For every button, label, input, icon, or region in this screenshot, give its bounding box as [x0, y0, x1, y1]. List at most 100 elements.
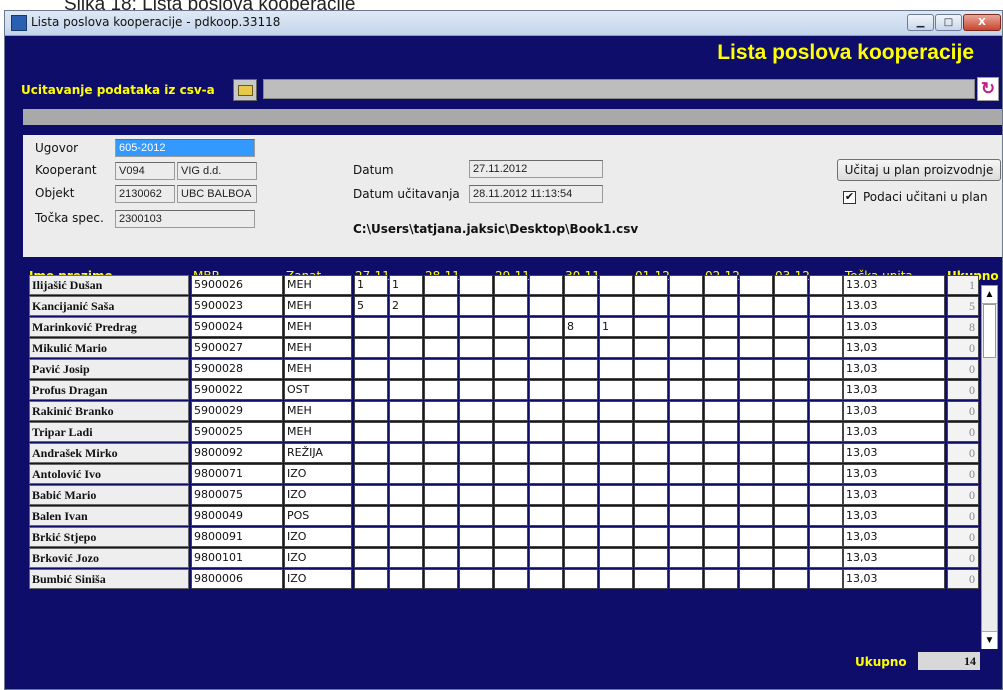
row-hours-cell[interactable] — [739, 506, 773, 526]
row-hours-cell[interactable] — [459, 443, 493, 463]
row-hours-cell[interactable] — [529, 548, 563, 568]
row-hours-cell[interactable] — [809, 401, 843, 421]
row-name-cell[interactable]: Andrašek Mirko — [29, 443, 189, 463]
loaded-checkbox[interactable]: ✔ — [843, 191, 856, 204]
row-hours-cell[interactable] — [459, 380, 493, 400]
row-hours-cell[interactable] — [599, 338, 633, 358]
row-hours-cell[interactable] — [599, 548, 633, 568]
grid-scrollbar[interactable]: ▲ ▼ — [981, 285, 998, 649]
row-name-cell[interactable]: Bumbić Siniša — [29, 569, 189, 589]
row-hours-cell[interactable] — [739, 548, 773, 568]
row-hours-cell[interactable] — [529, 527, 563, 547]
row-hours-cell[interactable] — [669, 401, 703, 421]
row-hours-cell[interactable] — [739, 317, 773, 337]
row-hours-cell[interactable] — [564, 296, 598, 316]
row-hours-cell[interactable] — [529, 443, 563, 463]
row-hours-cell[interactable] — [634, 527, 668, 547]
row-hours-cell[interactable] — [634, 338, 668, 358]
row-hours-cell[interactable] — [494, 527, 528, 547]
row-tocka-cell[interactable]: 13,03 — [843, 443, 945, 463]
row-hours-cell[interactable] — [669, 485, 703, 505]
row-hours-cell[interactable] — [774, 338, 808, 358]
row-tocka-cell[interactable]: 13.03 — [843, 317, 945, 337]
row-hours-cell[interactable] — [704, 380, 738, 400]
row-hours-cell[interactable] — [424, 464, 458, 484]
row-hours-cell[interactable] — [739, 464, 773, 484]
row-hours-cell[interactable] — [704, 422, 738, 442]
row-hours-cell[interactable]: 2 — [389, 296, 423, 316]
row-hours-cell[interactable] — [809, 422, 843, 442]
row-hours-cell[interactable] — [424, 338, 458, 358]
row-zanat-cell[interactable]: MEH — [284, 275, 352, 295]
row-hours-cell[interactable] — [634, 317, 668, 337]
row-hours-cell[interactable] — [389, 338, 423, 358]
row-tocka-cell[interactable]: 13.03 — [843, 296, 945, 316]
row-hours-cell[interactable] — [494, 485, 528, 505]
row-hours-cell[interactable] — [809, 338, 843, 358]
row-hours-cell[interactable] — [389, 422, 423, 442]
row-hours-cell[interactable] — [494, 569, 528, 589]
row-hours-cell[interactable] — [809, 548, 843, 568]
row-zanat-cell[interactable]: IZO — [284, 464, 352, 484]
row-hours-cell[interactable] — [634, 443, 668, 463]
row-mbr-cell[interactable]: 9800006 — [191, 569, 283, 589]
row-mbr-cell[interactable]: 5900023 — [191, 296, 283, 316]
row-hours-cell[interactable] — [424, 506, 458, 526]
maximize-button[interactable]: □ — [935, 14, 962, 31]
row-tocka-cell[interactable]: 13,03 — [843, 401, 945, 421]
row-hours-cell[interactable] — [354, 401, 388, 421]
row-hours-cell[interactable] — [809, 317, 843, 337]
row-hours-cell[interactable] — [459, 338, 493, 358]
row-hours-cell[interactable] — [634, 485, 668, 505]
row-hours-cell[interactable] — [529, 317, 563, 337]
row-hours-cell[interactable] — [634, 296, 668, 316]
row-hours-cell[interactable] — [494, 296, 528, 316]
row-hours-cell[interactable] — [459, 317, 493, 337]
row-hours-cell[interactable] — [704, 527, 738, 547]
row-hours-cell[interactable] — [809, 380, 843, 400]
row-hours-cell[interactable] — [459, 527, 493, 547]
row-hours-cell[interactable] — [459, 569, 493, 589]
row-hours-cell[interactable] — [354, 548, 388, 568]
row-hours-cell[interactable] — [424, 569, 458, 589]
row-hours-cell[interactable] — [564, 464, 598, 484]
row-hours-cell[interactable] — [739, 338, 773, 358]
row-hours-cell[interactable] — [739, 569, 773, 589]
row-hours-cell[interactable] — [389, 506, 423, 526]
row-hours-cell[interactable] — [564, 485, 598, 505]
row-mbr-cell[interactable]: 9800071 — [191, 464, 283, 484]
row-hours-cell[interactable] — [424, 548, 458, 568]
row-hours-cell[interactable] — [669, 338, 703, 358]
row-hours-cell[interactable] — [704, 359, 738, 379]
row-hours-cell[interactable] — [389, 317, 423, 337]
row-name-cell[interactable]: Pavić Josip — [29, 359, 189, 379]
row-hours-cell[interactable] — [564, 569, 598, 589]
scroll-up-icon[interactable]: ▲ — [982, 286, 997, 304]
row-hours-cell[interactable] — [459, 548, 493, 568]
open-folder-button[interactable] — [233, 79, 257, 101]
tocka-spec-field[interactable]: 2300103 — [115, 210, 255, 228]
load-into-plan-button[interactable]: Učitaj u plan proizvodnje — [837, 159, 1001, 181]
row-hours-cell[interactable] — [424, 401, 458, 421]
csv-path-field[interactable] — [263, 79, 975, 99]
row-tocka-cell[interactable]: 13,03 — [843, 422, 945, 442]
row-hours-cell[interactable] — [669, 527, 703, 547]
row-hours-cell[interactable] — [809, 569, 843, 589]
row-hours-cell[interactable] — [354, 443, 388, 463]
row-hours-cell[interactable] — [774, 380, 808, 400]
row-hours-cell[interactable] — [494, 401, 528, 421]
row-hours-cell[interactable] — [634, 275, 668, 295]
row-hours-cell[interactable]: 5 — [354, 296, 388, 316]
objekt-code-field[interactable]: 2130062 — [115, 185, 175, 203]
row-mbr-cell[interactable]: 5900029 — [191, 401, 283, 421]
row-tocka-cell[interactable]: 13,03 — [843, 569, 945, 589]
row-zanat-cell[interactable]: MEH — [284, 401, 352, 421]
row-hours-cell[interactable] — [564, 359, 598, 379]
row-hours-cell[interactable] — [389, 359, 423, 379]
row-zanat-cell[interactable]: REŽIJA — [284, 443, 352, 463]
row-hours-cell[interactable] — [459, 422, 493, 442]
row-hours-cell[interactable] — [459, 464, 493, 484]
row-hours-cell[interactable] — [459, 359, 493, 379]
row-name-cell[interactable]: Kancijanić Saša — [29, 296, 189, 316]
row-hours-cell[interactable] — [774, 296, 808, 316]
